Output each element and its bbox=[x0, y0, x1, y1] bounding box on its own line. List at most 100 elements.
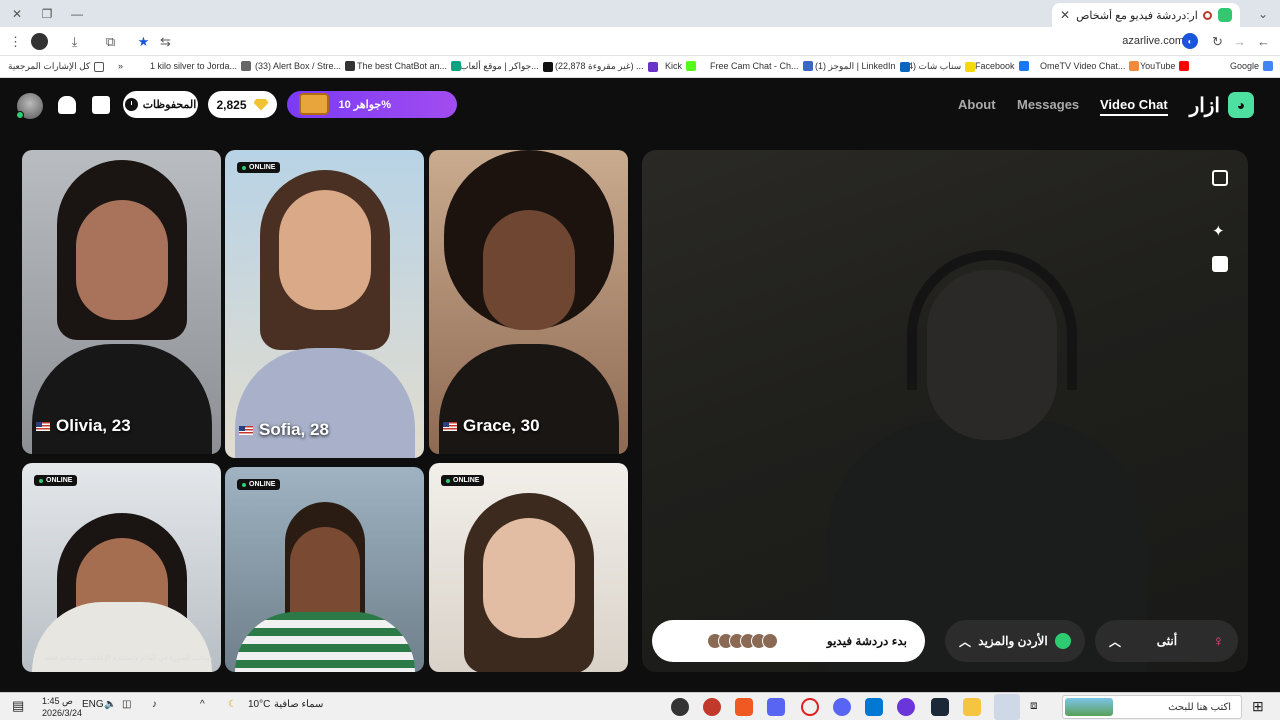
speaker-icon[interactable]: 🔈 bbox=[104, 699, 116, 710]
app-icon-discord[interactable] bbox=[833, 698, 851, 716]
bookmark-label: OmeTV Video Chat... bbox=[1040, 61, 1126, 71]
bookmark-item[interactable]: Facebook bbox=[975, 61, 1029, 71]
close-window-icon[interactable]: ✕ bbox=[0, 0, 34, 27]
nav-video-chat[interactable]: Video Chat bbox=[1100, 97, 1168, 116]
profile-card-grace[interactable]: Grace, 30 bbox=[429, 150, 628, 454]
moon-icon: ☾ bbox=[228, 699, 237, 710]
azar-logo[interactable]: ازار ◕ bbox=[1190, 92, 1254, 118]
profile-card-4[interactable]: ONLINE بسحب الصورة في العالم واستخدم الإ… bbox=[22, 463, 221, 672]
bookmark-item[interactable]: Free Cam Chat - Ch... bbox=[710, 61, 813, 71]
bookmark-item[interactable]: (33) Alert Box / Stre... bbox=[255, 61, 356, 71]
gems-promo-button[interactable]: جواهر 10% bbox=[287, 91, 457, 118]
network-icon[interactable]: ◫ bbox=[122, 699, 131, 710]
bookmark-item[interactable]: (22,878 غير مقروءة) ... bbox=[555, 61, 658, 72]
bookmark-label: Kick bbox=[665, 61, 683, 71]
reload-icon[interactable]: ↻ bbox=[1209, 33, 1226, 50]
app-icon-obs[interactable] bbox=[671, 698, 689, 716]
bookmark-item[interactable]: (1) الموجز | LinkedIn bbox=[815, 61, 910, 72]
saved-label: المحفوظات bbox=[142, 99, 197, 111]
address-bar[interactable]: azarlive.com bbox=[1122, 35, 1184, 47]
bookmark-favicon-icon bbox=[345, 61, 356, 71]
saved-button[interactable]: المحفوظات bbox=[123, 91, 198, 118]
country-filter-button[interactable]: ︿ الأردن والمزيد bbox=[945, 620, 1085, 662]
app-icon-steam[interactable] bbox=[931, 698, 949, 716]
app-icon-opera[interactable] bbox=[801, 698, 819, 716]
bookmark-label: (33) Alert Box / Stre... bbox=[255, 61, 342, 71]
start-video-chat-button[interactable]: بدء دردشة فيديو bbox=[652, 620, 925, 662]
profile-avatar-icon[interactable] bbox=[31, 33, 48, 50]
us-flag-icon bbox=[239, 425, 253, 435]
video-controls: بدء دردشة فيديو ︿ الأردن والمزيد ︿ أنثى … bbox=[642, 150, 1248, 672]
profile-name: Grace, 30 bbox=[443, 416, 540, 436]
profile-card-sofia[interactable]: ONLINE Sofia, 28 bbox=[225, 150, 424, 458]
bookmarks-overflow-icon[interactable]: » bbox=[118, 61, 123, 71]
all-bookmarks-folder[interactable]: كل الإشارات المرجعية bbox=[8, 61, 105, 72]
taskbar-search[interactable]: اكتب هنا للبحث bbox=[1062, 695, 1242, 719]
back-icon[interactable]: ← bbox=[1255, 33, 1272, 50]
bookmark-label: (4) سناب شات bbox=[905, 61, 962, 71]
site-info-icon[interactable]: ◐ bbox=[1182, 33, 1198, 49]
microphone-icon[interactable]: ♪ bbox=[152, 699, 157, 710]
extensions-icon[interactable]: ⧉ bbox=[102, 33, 119, 50]
user-avatar[interactable] bbox=[16, 93, 43, 119]
globe-icon bbox=[1055, 633, 1071, 649]
inbox-icon[interactable] bbox=[92, 96, 110, 114]
bookmark-favicon-icon bbox=[241, 61, 252, 71]
app-icon-store[interactable] bbox=[865, 698, 883, 716]
bookmark-item[interactable]: جواكر | موقع ألعاب ا... bbox=[455, 61, 553, 72]
app-icon-chrome-active[interactable] bbox=[994, 694, 1020, 720]
folder-icon bbox=[94, 61, 105, 72]
browser-tab[interactable]: أزار:دردشة فيديو مع أشخاص... ✕ bbox=[1052, 3, 1240, 27]
app-icon-messenger[interactable] bbox=[897, 698, 915, 716]
menu-icon[interactable]: ⋮ bbox=[7, 33, 24, 50]
recording-indicator-icon bbox=[1203, 10, 1212, 20]
chevron-up-icon: ︿ bbox=[959, 634, 972, 649]
bookmark-item[interactable]: YouTube bbox=[1140, 61, 1190, 71]
country-label: الأردن والمزيد bbox=[978, 634, 1048, 648]
app-icon-studio[interactable] bbox=[767, 698, 785, 716]
gems-button[interactable]: 2,825 bbox=[208, 91, 277, 118]
bookmark-favicon-icon bbox=[965, 61, 976, 72]
clock[interactable]: 1:45 ص 2026/3/24 bbox=[42, 695, 82, 719]
browser-toolbar: ⋮ ⤓ ⧉ ★ ⇆ azarlive.com ◐ ↻ → ← bbox=[0, 27, 1280, 56]
profile-card-5[interactable]: ONLINE bbox=[225, 467, 424, 672]
profile-card-olivia[interactable]: Olivia, 23 bbox=[22, 150, 221, 454]
treasure-chest-icon bbox=[299, 93, 329, 115]
tab-title: أزار:دردشة فيديو مع أشخاص... bbox=[1076, 9, 1197, 22]
profile-card-6[interactable]: ONLINE bbox=[429, 463, 628, 672]
online-badge: ONLINE bbox=[237, 479, 281, 490]
nav-messages[interactable]: Messages bbox=[1017, 97, 1079, 112]
weather-text[interactable]: سماء صافية bbox=[274, 699, 323, 710]
bookmark-item[interactable]: Google bbox=[1230, 61, 1274, 71]
weather-temp[interactable]: 10°C bbox=[248, 699, 270, 710]
restore-window-icon[interactable]: ❐ bbox=[30, 0, 64, 27]
app-icon-brave[interactable] bbox=[735, 698, 753, 716]
bookmark-item[interactable]: OmeTV Video Chat... bbox=[1040, 61, 1140, 71]
install-app-icon[interactable]: ⇆ bbox=[157, 33, 174, 50]
gender-filter-button[interactable]: ︿ أنثى ♀ bbox=[1095, 620, 1238, 662]
minimize-window-icon[interactable]: — bbox=[60, 0, 94, 27]
bookmark-star-icon[interactable]: ★ bbox=[135, 33, 152, 50]
search-placeholder: اكتب هنا للبحث bbox=[1168, 701, 1231, 713]
start-menu-icon[interactable]: ⊞ bbox=[1252, 698, 1270, 716]
app-icon-recorder[interactable] bbox=[703, 698, 721, 716]
bookmark-item[interactable]: Kick bbox=[665, 61, 697, 71]
bookmark-item[interactable]: (4) سناب شات bbox=[905, 61, 976, 72]
tab-search-icon[interactable]: ⌄ bbox=[1246, 0, 1280, 27]
task-view-icon[interactable]: ⧈ bbox=[1030, 698, 1048, 716]
bookmark-item[interactable]: 1 kilo silver to Jorda... bbox=[150, 61, 252, 71]
app-icon-explorer[interactable] bbox=[963, 698, 981, 716]
bell-icon[interactable] bbox=[58, 96, 76, 114]
nav-about[interactable]: About bbox=[958, 97, 996, 112]
tray-overflow-icon[interactable]: ^ bbox=[200, 699, 205, 710]
close-tab-icon[interactable]: ✕ bbox=[1060, 8, 1070, 22]
gender-label: أنثى bbox=[1156, 634, 1178, 648]
forward-icon[interactable]: → bbox=[1231, 33, 1248, 50]
notifications-icon[interactable]: ▤ bbox=[12, 698, 30, 716]
bookmark-item[interactable]: The best ChatBot an... bbox=[357, 61, 462, 71]
gems-count: 2,825 bbox=[216, 97, 247, 112]
download-icon[interactable]: ⤓ bbox=[66, 33, 83, 50]
language-indicator[interactable]: ENG bbox=[82, 699, 104, 710]
bookmark-label: YouTube bbox=[1140, 61, 1176, 71]
bookmark-favicon-icon bbox=[1018, 61, 1029, 71]
